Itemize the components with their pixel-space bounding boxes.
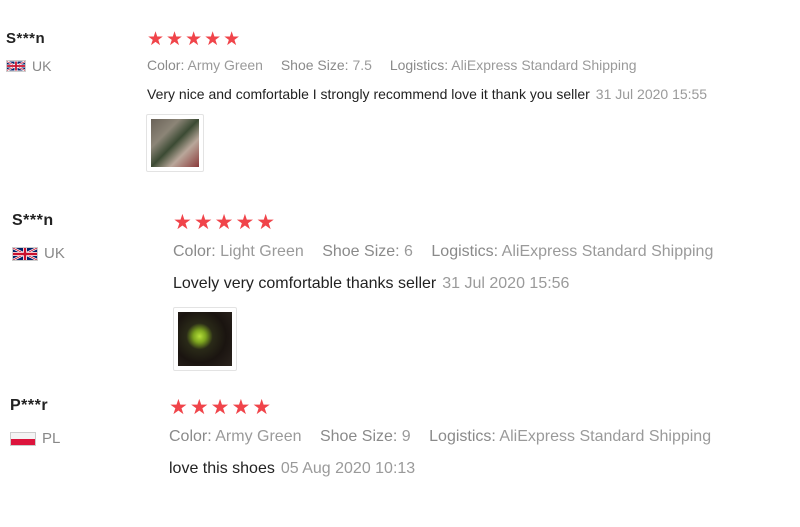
- logistics-label: Logistics:: [431, 243, 499, 260]
- review-text: Very nice and comfortable I strongly rec…: [147, 86, 590, 102]
- review-attributes: Color: Light Green Shoe Size: 6 Logistic…: [173, 243, 727, 261]
- review-text-row: Lovely very comfortable thanks seller 31 …: [173, 275, 569, 293]
- star-rating: ★★★★★: [147, 29, 243, 50]
- country-code: PL: [42, 430, 61, 447]
- review-text-row: Very nice and comfortable I strongly rec…: [147, 86, 707, 102]
- reviewer-country: PL: [10, 430, 60, 447]
- review-photo: [151, 119, 199, 167]
- reviewer-name: P***r: [10, 397, 49, 414]
- uk-flag-icon: [6, 60, 26, 72]
- country-code: UK: [32, 58, 52, 74]
- logistics-value: AliExpress Standard Shipping: [499, 428, 712, 445]
- size-label: Shoe Size:: [322, 243, 400, 260]
- color-label: Color:: [169, 428, 212, 445]
- color-label: Color:: [147, 57, 185, 73]
- review-photo-thumbnail[interactable]: [146, 114, 204, 172]
- review-date: 31 Jul 2020 15:55: [595, 86, 708, 102]
- review-text: love this shoes: [169, 460, 275, 477]
- logistics-label: Logistics:: [389, 57, 449, 73]
- star-rating: ★★★★★: [173, 211, 278, 234]
- color-label: Color:: [173, 243, 216, 260]
- review-text-row: love this shoes 05 Aug 2020 10:13: [169, 460, 415, 478]
- review-attributes: Color: Army Green Shoe Size: 9 Logistics…: [169, 428, 725, 446]
- size-value: 9: [401, 428, 411, 445]
- reviewer-country: UK: [12, 245, 65, 262]
- color-value: Army Green: [187, 57, 263, 73]
- review-date: 05 Aug 2020 10:13: [280, 460, 416, 477]
- reviewer-name: S***n: [6, 30, 46, 47]
- logistics-value: AliExpress Standard Shipping: [501, 243, 714, 260]
- star-rating: ★★★★★: [169, 396, 274, 419]
- review-text: Lovely very comfortable thanks seller: [173, 275, 437, 292]
- reviewer-name: S***n: [12, 212, 54, 229]
- review-photo: [178, 312, 232, 366]
- size-value: 7.5: [352, 57, 372, 73]
- color-value: Light Green: [220, 243, 304, 260]
- review-attributes: Color: Army Green Shoe Size: 7.5 Logisti…: [147, 57, 651, 73]
- size-label: Shoe Size:: [280, 57, 349, 73]
- logistics-value: AliExpress Standard Shipping: [451, 57, 637, 73]
- pl-flag-icon: [10, 431, 36, 446]
- review-photo-thumbnail[interactable]: [173, 307, 237, 371]
- color-value: Army Green: [215, 428, 302, 445]
- size-label: Shoe Size:: [319, 428, 398, 445]
- review-date: 31 Jul 2020 15:56: [442, 275, 570, 292]
- reviewer-country: UK: [6, 58, 51, 74]
- size-value: 6: [404, 243, 413, 260]
- country-code: UK: [44, 245, 65, 262]
- logistics-label: Logistics:: [429, 428, 496, 445]
- uk-flag-icon: [12, 246, 38, 261]
